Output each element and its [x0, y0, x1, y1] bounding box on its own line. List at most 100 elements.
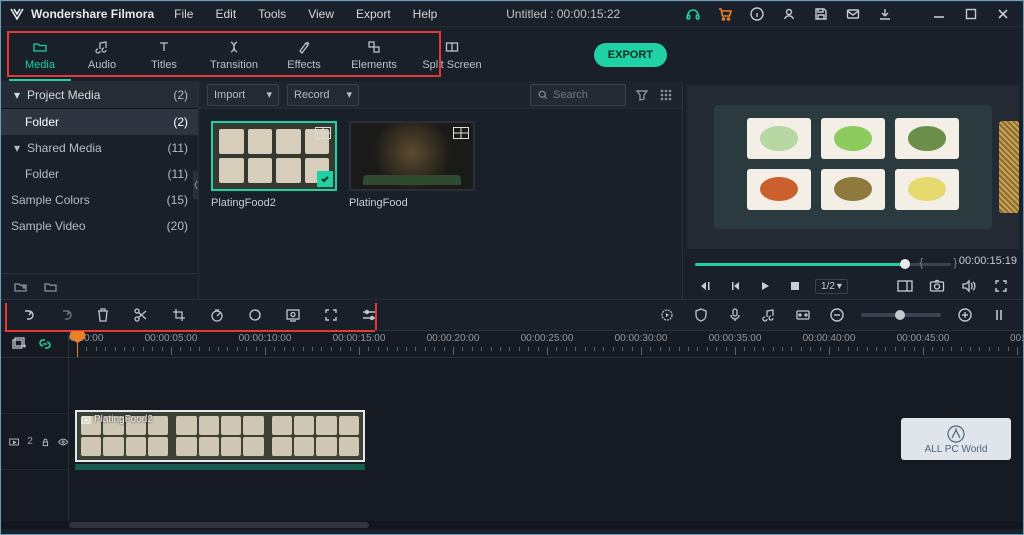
track-number: 2 [27, 436, 33, 447]
shared-media-folder[interactable]: Folder (11) [1, 161, 198, 187]
search-input[interactable] [530, 84, 626, 106]
search-icon [537, 89, 549, 101]
tab-titles[interactable]: Titles [133, 31, 195, 81]
mail-icon[interactable] [841, 1, 865, 27]
panel-collapse-handle[interactable] [193, 171, 199, 199]
delete-button[interactable] [93, 305, 113, 325]
redo-button[interactable] [55, 305, 75, 325]
save-icon[interactable] [809, 1, 833, 27]
menu-tools[interactable]: Tools [250, 5, 294, 23]
timeline-horizontal-scrollbar[interactable] [1, 521, 1023, 529]
play-button[interactable] [755, 276, 775, 296]
preview-scrubber[interactable]: { } 00:00:15:19 [695, 255, 1011, 273]
app-name: Wondershare Filmora [31, 7, 154, 21]
split-button[interactable] [131, 305, 151, 325]
speed-button[interactable] [207, 305, 227, 325]
sample-video[interactable]: Sample Video (20) [1, 213, 198, 239]
ruler-label: 00:00:05:00 [145, 333, 198, 344]
filter-icon[interactable] [634, 87, 650, 103]
ruler-label: 00:00:35:00 [709, 333, 762, 344]
tab-elements[interactable]: Elements [335, 31, 413, 81]
cart-icon[interactable] [713, 1, 737, 27]
clip-name: PlatingFood [349, 197, 475, 209]
tab-media-label: Media [25, 59, 55, 71]
chevron-down-icon: ▾ [266, 88, 272, 101]
chevron-down-icon: ▾ [346, 88, 352, 101]
clips-area[interactable]: PlatingFood2 ALL PC World [69, 358, 1023, 521]
add-track-icon[interactable] [11, 336, 27, 352]
zoom-in-button[interactable] [955, 305, 975, 325]
tab-effects-label: Effects [287, 59, 320, 71]
tab-splitscreen-label: Split Screen [422, 59, 481, 71]
preview-canvas[interactable] [687, 85, 1019, 249]
folder-outline-icon[interactable] [43, 279, 59, 295]
greenscreen-button[interactable] [283, 305, 303, 325]
eye-icon[interactable] [58, 436, 68, 448]
audio-clip-strip[interactable] [75, 464, 365, 470]
search-field[interactable] [553, 89, 607, 101]
add-marker-icon[interactable] [793, 305, 813, 325]
clip-thumbnail[interactable]: PlatingFood2 [211, 121, 337, 209]
volume-icon[interactable] [959, 276, 979, 296]
record-dropdown[interactable]: Record▾ [287, 84, 359, 106]
media-browser: Import▾ Record▾ PlatingFood2 [198, 81, 683, 299]
tab-transition[interactable]: Transition [195, 31, 273, 81]
shared-media-header[interactable]: ▾ Shared Media (11) [1, 135, 198, 161]
menu-view[interactable]: View [300, 5, 342, 23]
link-icon[interactable] [37, 336, 53, 352]
tab-audio[interactable]: Audio [71, 31, 133, 81]
ruler-label: 00:00:45:00 [897, 333, 950, 344]
preview-quality-icon[interactable] [895, 276, 915, 296]
workspace-tabs: Media Audio Titles Transition Effects El… [1, 27, 1023, 81]
expand-button[interactable] [321, 305, 341, 325]
playhead[interactable] [77, 331, 78, 357]
zoom-fit-button[interactable] [989, 305, 1009, 325]
prev-frame-button[interactable] [695, 276, 715, 296]
sample-colors[interactable]: Sample Colors (15) [1, 187, 198, 213]
lock-icon[interactable] [41, 436, 50, 448]
preview-ratio-dropdown[interactable]: 1/2▾ [815, 279, 848, 294]
tab-effects[interactable]: Effects [273, 31, 335, 81]
menu-export[interactable]: Export [348, 5, 399, 23]
audio-mixer-icon[interactable] [759, 305, 779, 325]
render-preview-button[interactable] [657, 305, 677, 325]
color-button[interactable] [245, 305, 265, 325]
timeline-ruler[interactable]: 00:00:00:0000:00:05:0000:00:10:0000:00:1… [69, 331, 1023, 357]
voiceover-icon[interactable] [725, 305, 745, 325]
window-minimize[interactable] [927, 1, 951, 27]
menu-edit[interactable]: Edit [207, 5, 244, 23]
account-icon[interactable] [777, 1, 801, 27]
project-panel: ▾ Project Media (2) Folder (2) ▾ Shared … [1, 81, 198, 299]
menu-help[interactable]: Help [405, 5, 446, 23]
crop-button[interactable] [169, 305, 189, 325]
menu-file[interactable]: File [166, 5, 201, 23]
project-media-folder[interactable]: Folder (2) [1, 109, 198, 135]
clip-thumbnail[interactable]: PlatingFood [349, 121, 475, 209]
download-icon[interactable] [873, 1, 897, 27]
marker-shield-icon[interactable] [691, 305, 711, 325]
ruler-label: 00:00:30:00 [615, 333, 668, 344]
zoom-out-button[interactable] [827, 305, 847, 325]
support-icon[interactable] [681, 1, 705, 27]
video-track-header[interactable]: 2 [1, 414, 68, 470]
video-clip[interactable]: PlatingFood2 [75, 410, 365, 462]
zoom-slider[interactable] [861, 313, 941, 317]
stop-button[interactable] [785, 276, 805, 296]
project-media-header[interactable]: ▾ Project Media (2) [1, 81, 198, 109]
undo-button[interactable] [17, 305, 37, 325]
import-dropdown[interactable]: Import▾ [207, 84, 279, 106]
window-maximize[interactable] [959, 1, 983, 27]
tab-media[interactable]: Media [9, 31, 71, 81]
settings-sliders-button[interactable] [359, 305, 379, 325]
step-back-button[interactable] [725, 276, 745, 296]
snapshot-icon[interactable] [927, 276, 947, 296]
new-folder-icon[interactable] [13, 279, 29, 295]
export-button[interactable]: EXPORT [594, 43, 667, 67]
window-close[interactable] [991, 1, 1015, 27]
check-icon [317, 171, 333, 187]
fullscreen-icon[interactable] [991, 276, 1011, 296]
grid-view-icon[interactable] [658, 87, 674, 103]
music-icon [94, 39, 110, 55]
info-icon[interactable] [745, 1, 769, 27]
tab-splitscreen[interactable]: Split Screen [413, 31, 491, 81]
